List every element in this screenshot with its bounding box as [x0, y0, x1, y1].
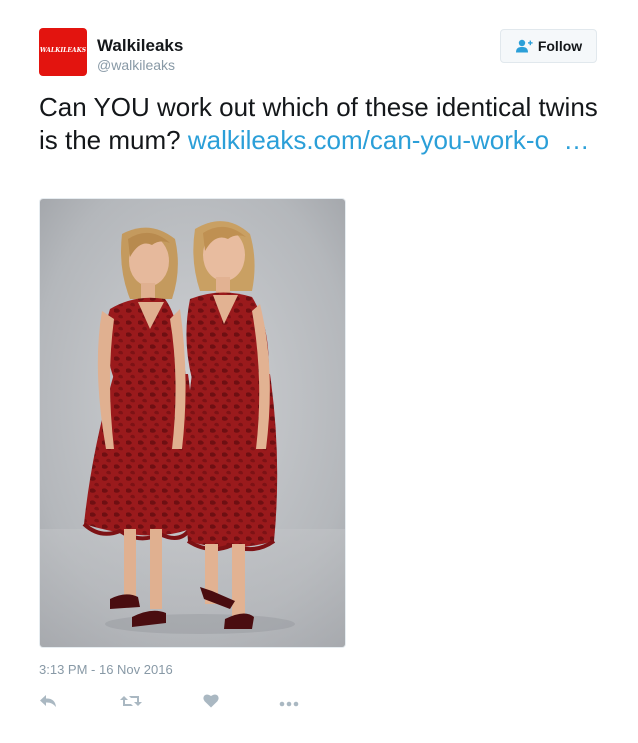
tweet-actions: [39, 692, 319, 714]
retweet-button[interactable]: [120, 692, 142, 714]
tweet-link[interactable]: walkileaks.com/can-you-work-o …: [188, 125, 590, 155]
tweet-card: WALKILEAKS Walkileaks @walkileaks Follow…: [0, 0, 638, 743]
avatar-logo-text: WALKILEAKS: [39, 47, 87, 54]
tweet-photo[interactable]: [39, 198, 346, 648]
add-user-icon: [515, 39, 533, 53]
tweet-timestamp[interactable]: 3:13 PM - 16 Nov 2016: [39, 662, 173, 677]
retweet-icon: [120, 693, 142, 714]
reply-button[interactable]: [39, 692, 57, 714]
like-button[interactable]: [203, 692, 219, 714]
account-name[interactable]: Walkileaks: [97, 36, 183, 56]
photo-illustration: [40, 199, 345, 647]
reply-icon: [39, 693, 57, 714]
heart-icon: [203, 693, 219, 713]
more-icon: [279, 694, 299, 712]
tweet-text: Can YOU work out which of these identica…: [39, 91, 599, 157]
avatar[interactable]: WALKILEAKS: [39, 28, 87, 76]
more-button[interactable]: [279, 692, 299, 714]
follow-label: Follow: [537, 38, 583, 54]
follow-button[interactable]: Follow: [500, 29, 597, 63]
account-handle[interactable]: @walkileaks: [97, 57, 175, 73]
